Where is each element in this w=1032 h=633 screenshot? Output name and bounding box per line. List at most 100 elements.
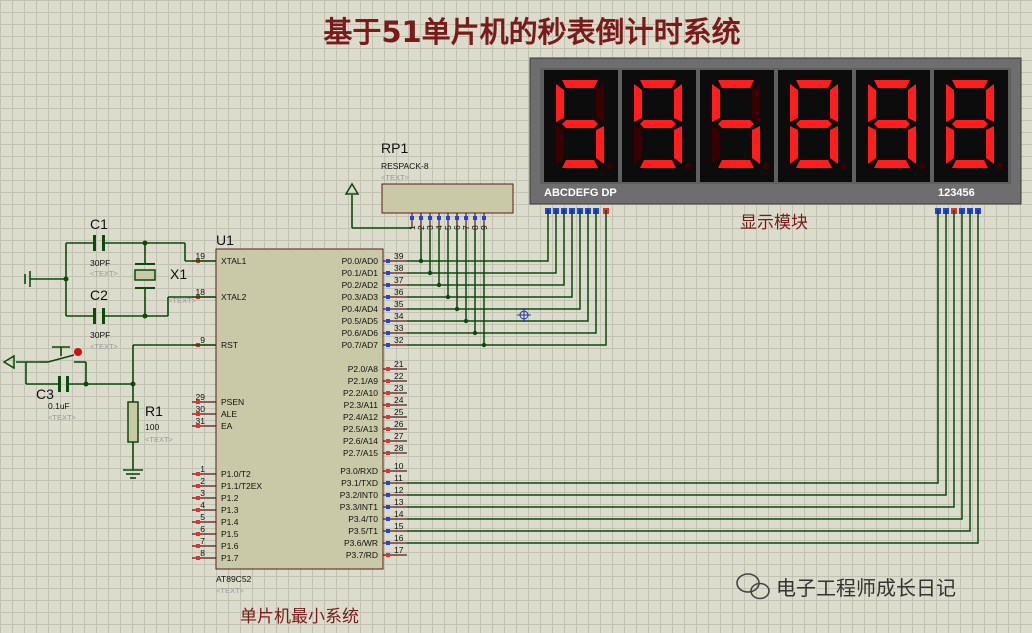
pin-label: P3.2/INT0 (340, 490, 379, 500)
digit-label: 123456 (938, 187, 975, 199)
pin-label: ALE (221, 409, 237, 419)
segment-b (908, 84, 916, 122)
pin-marker (386, 367, 390, 371)
pin-marker (437, 216, 441, 220)
segment-e (946, 126, 954, 164)
rp1-text: <TEXT> (381, 173, 410, 182)
junction-dot (142, 313, 148, 319)
oscillator-circuit (30, 242, 216, 317)
digit-6 (934, 70, 1008, 182)
p3-wires (407, 210, 979, 544)
pin-marker (386, 415, 390, 419)
pin-marker (386, 481, 390, 485)
pin-marker (386, 343, 390, 347)
pin-number: 8 (200, 548, 205, 558)
pin-marker (419, 216, 423, 220)
resistor-r1[interactable] (127, 401, 139, 443)
power-arrow-icon (2, 354, 15, 370)
ground-symbol-reset (123, 469, 143, 479)
segment-dp (685, 163, 691, 169)
pin-number: 21 (394, 359, 404, 369)
pin-number: 3 (200, 488, 205, 498)
pin-marker (386, 379, 390, 383)
segment-f (634, 84, 642, 122)
pin-label: P2.1/A9 (348, 376, 379, 386)
capacitor-c3[interactable] (58, 376, 69, 392)
segment-f (868, 84, 876, 122)
r1-ref: R1 (145, 403, 163, 419)
segment-c (986, 126, 994, 164)
c3-value: 0.1uF (48, 401, 70, 411)
display-caption: 显示模块 (740, 213, 808, 233)
pin-number: 34 (394, 311, 404, 321)
pin-marker (386, 451, 390, 455)
segment-a (640, 80, 676, 88)
pin-label: P3.7/RD (346, 550, 378, 560)
pin-label: P2.6/A14 (343, 436, 378, 446)
pin-number: 1 (200, 464, 205, 474)
pin-marker (386, 493, 390, 497)
rp1-pin-9[interactable]: 9 (479, 213, 489, 230)
segment-d (952, 160, 988, 168)
schematic-svg: 基于51单片机的秒表倒计时系统 U1 AT89C52 <TEXT> 1 9 XTAL… (2, 15, 1022, 627)
pin-label: P2.5/A13 (343, 424, 378, 434)
c2-text: <TEXT> (90, 342, 119, 351)
min-system-caption: 单片机最小系统 (240, 607, 359, 627)
segment-g (796, 120, 832, 128)
pin-label: P1.0/T2 (221, 469, 251, 479)
segment-b (596, 84, 604, 122)
capacitor-c2[interactable] (93, 308, 105, 324)
capacitor-c1[interactable] (93, 235, 105, 251)
segment-e (556, 126, 564, 164)
reset-button[interactable] (40, 346, 82, 363)
mcu-part: AT89C52 (216, 574, 252, 584)
rp1-body[interactable] (381, 183, 514, 214)
segment-dp (841, 163, 847, 169)
watermark: 电子工程师成长日记 (736, 573, 956, 600)
pin-marker (386, 517, 390, 521)
pin-marker (464, 216, 468, 220)
segment-e (634, 126, 642, 164)
segment-dp (919, 163, 925, 169)
pin-label: P3.5/T1 (348, 526, 378, 536)
segment-g (718, 120, 754, 128)
segment-c (752, 126, 760, 164)
segment-d (796, 160, 832, 168)
pin-number: 22 (394, 371, 404, 381)
pin-label: P0.7/AD7 (342, 340, 379, 350)
digit-2 (622, 70, 696, 182)
pin-label: XTAL2 (221, 292, 247, 302)
pin-label: P2.7/A15 (343, 448, 378, 458)
pin-marker (386, 403, 390, 407)
pin-marker (386, 529, 390, 533)
segment-dp (997, 163, 1003, 169)
digit-5 (856, 70, 930, 182)
c1-text: <TEXT> (90, 269, 119, 278)
junction-dot (142, 240, 148, 246)
crystal-x1[interactable] (134, 263, 156, 289)
c3-ref: C3 (36, 386, 54, 402)
junction-dot (427, 270, 433, 276)
c2-ref: C2 (90, 287, 108, 303)
segment-c (908, 126, 916, 164)
segment-g (640, 120, 676, 128)
x1-ref: X1 (170, 266, 187, 282)
digit-4 (778, 70, 852, 182)
segment-f (946, 84, 954, 122)
segment-e (712, 126, 720, 164)
pin-marker (446, 216, 450, 220)
pin-number: 4 (200, 500, 205, 510)
pin-label: PSEN (221, 397, 244, 407)
digit-3 (700, 70, 774, 182)
segment-c (596, 126, 604, 164)
pin-number: 16 (394, 533, 404, 543)
segment-b (674, 84, 682, 122)
pin-number: 2 (200, 476, 205, 486)
pin-label: P2.2/A10 (343, 388, 378, 398)
c1-value: 30PF (90, 258, 110, 268)
pin-number: 12 (394, 485, 404, 495)
pin-number: 28 (394, 443, 404, 453)
pin-number: 6 (200, 524, 205, 534)
pin-marker (386, 505, 390, 509)
pin-number: 25 (394, 407, 404, 417)
